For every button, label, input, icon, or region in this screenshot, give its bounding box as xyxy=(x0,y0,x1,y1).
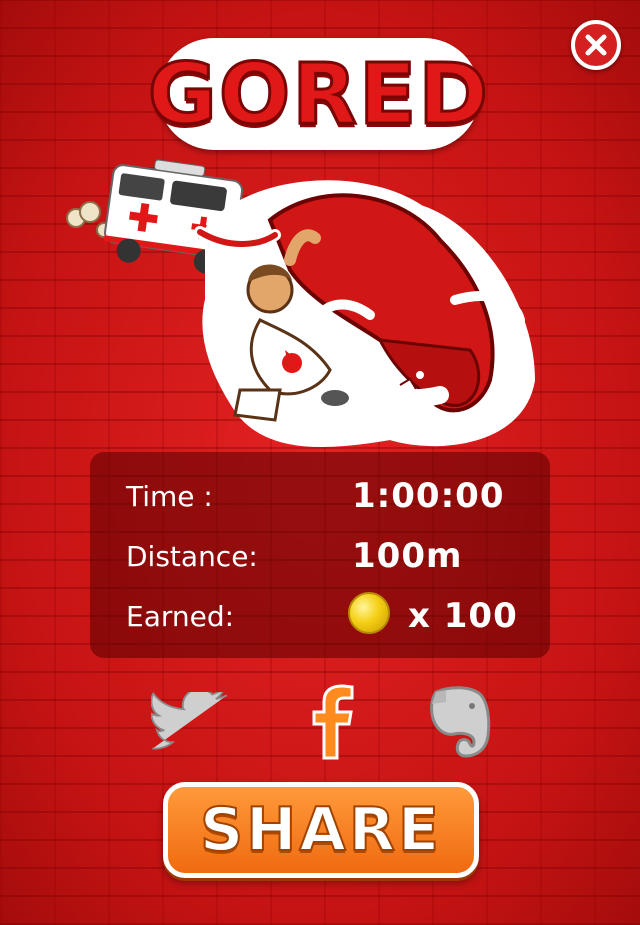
close-icon xyxy=(585,34,607,56)
earned-label: Earned: xyxy=(126,600,235,633)
gored-illustration xyxy=(66,159,536,447)
share-button[interactable]: SHARE xyxy=(163,782,479,878)
evernote-icon xyxy=(430,686,491,758)
evernote-button[interactable] xyxy=(418,682,498,762)
close-button[interactable] xyxy=(571,20,621,70)
twitter-icon xyxy=(151,692,228,750)
share-button-label: SHARE xyxy=(199,794,443,866)
coin-icon xyxy=(348,592,390,634)
facebook-icon xyxy=(312,684,354,760)
page-title: GORED xyxy=(146,45,491,143)
time-value: 1:00:00 xyxy=(352,476,505,516)
time-label: Time : xyxy=(126,480,213,513)
earned-value: x 100 xyxy=(408,596,518,636)
distance-value: 100m xyxy=(352,536,463,576)
distance-label: Distance: xyxy=(126,540,258,573)
title-badge: GORED xyxy=(146,38,490,150)
twitter-button[interactable] xyxy=(150,682,230,762)
facebook-button[interactable] xyxy=(292,682,372,762)
stats-panel: Time : 1:00:00 Distance: 100m Earned: x … xyxy=(90,452,550,658)
